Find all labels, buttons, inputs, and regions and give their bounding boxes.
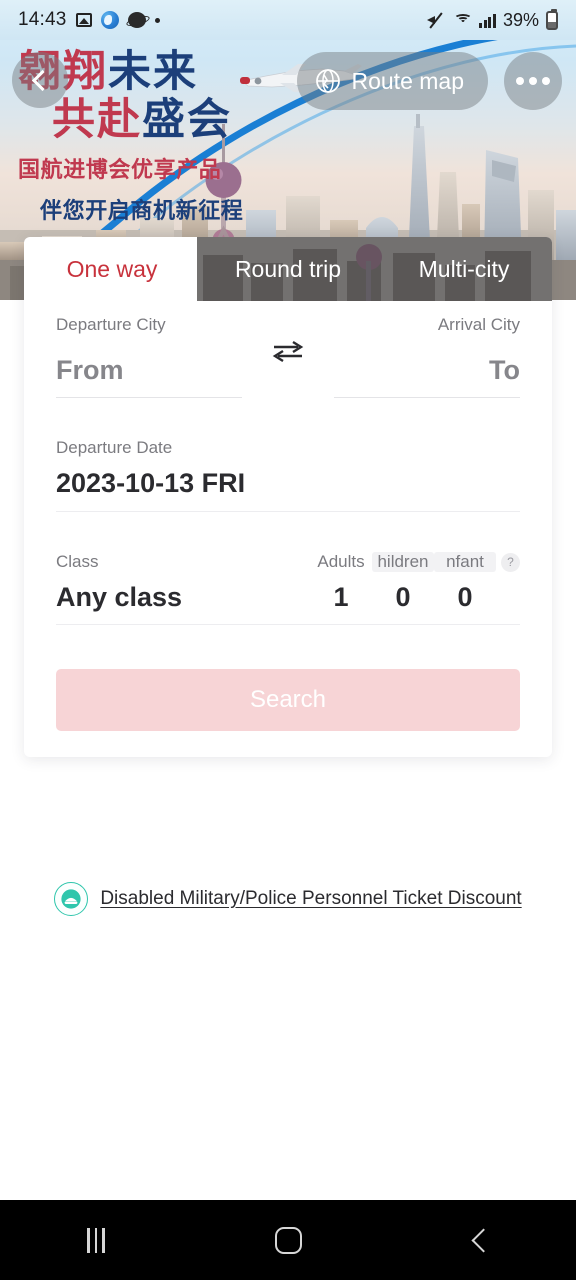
adults-label: Adults bbox=[317, 552, 365, 571]
arrival-city-group[interactable]: Arrival City To bbox=[334, 315, 520, 398]
globe-icon bbox=[316, 69, 341, 93]
globe-app-icon bbox=[100, 11, 119, 29]
children-label: hildren bbox=[372, 552, 434, 572]
headline-line2-blue: 盛会 bbox=[142, 95, 232, 144]
chevron-left-icon bbox=[31, 69, 54, 91]
departure-city-field[interactable]: From bbox=[56, 341, 242, 398]
nav-back-button[interactable] bbox=[384, 1200, 576, 1280]
departure-date-label: Departure Date bbox=[56, 438, 173, 457]
photo-icon bbox=[75, 13, 92, 27]
booking-card: One way Round trip Multi-city Departure … bbox=[24, 237, 552, 757]
discount-link-text[interactable]: Disabled Military/Police Personnel Ticke… bbox=[100, 888, 521, 910]
adults-count: 1 bbox=[333, 582, 349, 612]
tab-round-trip[interactable]: Round trip bbox=[200, 256, 376, 283]
infant-count: 0 bbox=[457, 582, 473, 612]
city-selection-row: Departure City From Arrival City To bbox=[56, 301, 520, 398]
status-bar-left: 14:43 bbox=[18, 9, 160, 31]
more-options-button[interactable] bbox=[504, 52, 562, 110]
swap-arrows-icon bbox=[272, 340, 304, 363]
departure-date-group[interactable]: Departure Date 2023-10-13 FRI bbox=[56, 398, 520, 512]
android-nav-bar bbox=[0, 1200, 576, 1280]
departure-city-group[interactable]: Departure City From bbox=[56, 315, 242, 398]
departure-date-field[interactable]: 2023-10-13 FRI bbox=[56, 463, 520, 512]
children-count: 0 bbox=[395, 582, 411, 612]
status-bar: 14:43 39% bbox=[0, 0, 576, 40]
wifi-icon bbox=[453, 12, 472, 28]
discount-link[interactable]: Disabled Military/Police Personnel Ticke… bbox=[0, 882, 576, 916]
tab-multi-city[interactable]: Multi-city bbox=[376, 256, 552, 283]
infant-label: nfant bbox=[434, 552, 496, 572]
arrival-city-field[interactable]: To bbox=[334, 341, 520, 398]
passenger-counts-field[interactable]: 1 0 0 bbox=[242, 577, 520, 625]
departure-date-value: 2023-10-13 FRI bbox=[56, 468, 246, 498]
banner-subline-2: 伴您开启商机新征程 bbox=[40, 198, 244, 224]
passengers-group[interactable]: Adults hildren nfant ? 1 0 0 bbox=[242, 552, 520, 625]
help-icon[interactable]: ? bbox=[501, 552, 520, 572]
booking-form: Departure City From Arrival City To Depa… bbox=[24, 301, 552, 757]
class-field[interactable]: Any class bbox=[56, 577, 242, 625]
class-and-passengers-row: Class Any class Adults hildren nfant ? 1… bbox=[56, 512, 520, 625]
route-map-button[interactable]: Route map bbox=[297, 52, 488, 110]
recents-icon bbox=[87, 1227, 105, 1253]
trip-type-tabs: One way Round trip Multi-city bbox=[24, 237, 552, 301]
mute-icon bbox=[427, 12, 446, 28]
search-button[interactable]: Search bbox=[56, 669, 520, 731]
status-bar-right: 39% bbox=[427, 8, 558, 31]
class-value: Any class bbox=[56, 582, 183, 612]
home-icon bbox=[274, 1226, 302, 1254]
military-police-cap-icon bbox=[54, 882, 89, 916]
nav-recents-button[interactable] bbox=[0, 1200, 192, 1280]
planet-app-icon bbox=[127, 12, 146, 28]
class-label: Class bbox=[56, 552, 99, 571]
tab-one-way[interactable]: One way bbox=[24, 256, 200, 283]
passenger-labels: Adults hildren nfant ? bbox=[242, 552, 520, 572]
battery-percent: 39% bbox=[502, 9, 539, 30]
arrival-city-value: To bbox=[489, 355, 520, 385]
nav-home-button[interactable] bbox=[192, 1200, 384, 1280]
banner-subline-1: 国航进博会优享产品 bbox=[18, 156, 222, 182]
swap-cities-button[interactable] bbox=[242, 338, 334, 398]
route-map-label: Route map bbox=[351, 67, 464, 94]
status-time: 14:43 bbox=[18, 9, 67, 30]
headline-line2-red: 共赴 bbox=[52, 95, 142, 144]
departure-city-value: From bbox=[56, 355, 124, 385]
headline-line1-blue: 未来 bbox=[108, 48, 198, 96]
back-chevron-icon bbox=[470, 1227, 496, 1253]
arrival-city-label: Arrival City bbox=[437, 315, 520, 334]
more-dot-icon bbox=[542, 77, 550, 85]
more-dot-icon bbox=[529, 77, 537, 85]
signal-icon bbox=[479, 13, 496, 28]
class-group[interactable]: Class Any class bbox=[56, 552, 242, 625]
departure-city-label: Departure City bbox=[56, 315, 166, 334]
back-button[interactable] bbox=[12, 52, 68, 108]
more-dot-icon bbox=[516, 77, 524, 85]
battery-icon bbox=[546, 8, 558, 30]
passenger-values: 1 0 0 bbox=[242, 582, 520, 613]
dot-icon bbox=[154, 17, 160, 23]
